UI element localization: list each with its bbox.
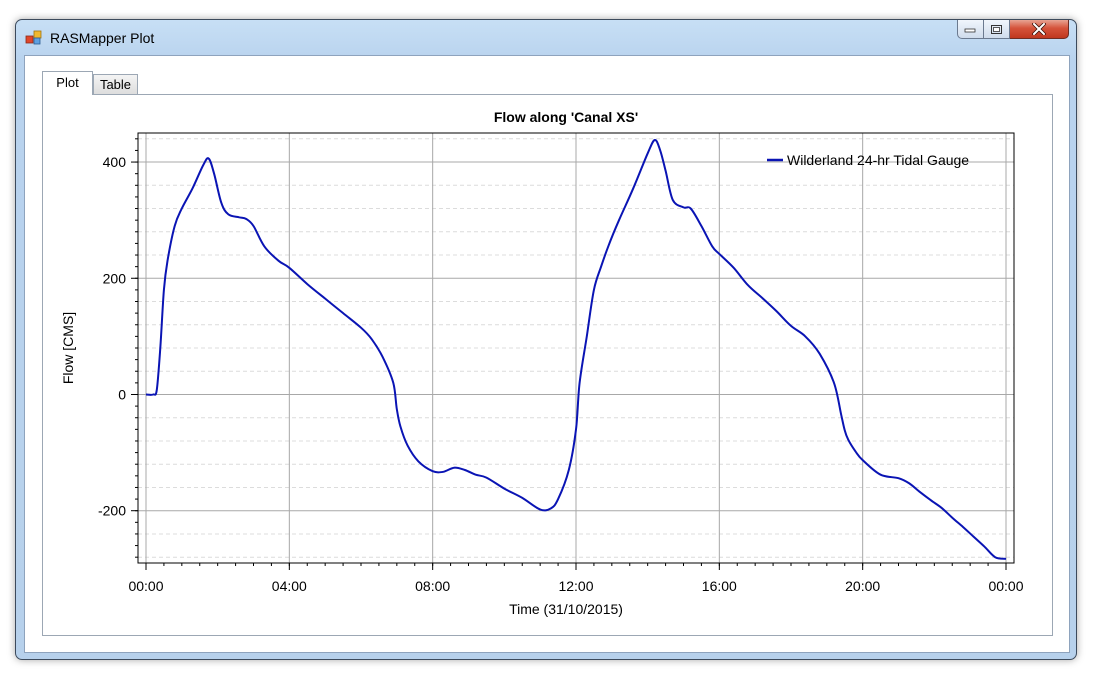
caption-buttons — [957, 20, 1069, 40]
app-icon — [25, 30, 42, 45]
tab-table[interactable]: Table — [93, 74, 138, 95]
x-tick-label: 00:00 — [988, 578, 1023, 594]
window-title: RASMapper Plot — [50, 30, 155, 46]
x-tick-label: 12:00 — [558, 578, 593, 594]
y-tick-label: -200 — [98, 503, 126, 519]
y-axis-label: Flow [CMS] — [60, 312, 76, 384]
x-tick-label: 20:00 — [845, 578, 880, 594]
y-tick-label: 200 — [103, 270, 127, 286]
plot-tab-page: Flow along 'Canal XS' 00:00 04:00 08:00 12:… — [42, 94, 1053, 636]
maximize-button[interactable] — [984, 20, 1010, 39]
chart-title: Flow along 'Canal XS' — [494, 109, 638, 125]
legend-label: Wilderland 24-hr Tidal Gauge — [787, 152, 969, 168]
x-tick-label: 00:00 — [128, 578, 163, 594]
x-tick-label: 08:00 — [415, 578, 450, 594]
maximize-icon — [991, 24, 1002, 34]
legend: Wilderland 24-hr Tidal Gauge — [767, 152, 969, 168]
x-axis-label: Time (31/10/2015) — [509, 601, 623, 617]
minimize-icon — [964, 28, 976, 33]
close-button[interactable] — [1010, 20, 1069, 39]
minimize-button[interactable] — [957, 20, 984, 39]
y-tick-labels: 400 200 0 -200 — [98, 154, 126, 519]
x-tick-label: 04:00 — [272, 578, 307, 594]
x-tick-labels: 00:00 04:00 08:00 12:00 16:00 20:00 00:00 — [128, 578, 1023, 594]
chart-gridlines — [138, 133, 1014, 563]
flow-chart[interactable]: Flow along 'Canal XS' 00:00 04:00 08:00 12:… — [43, 95, 1052, 635]
tab-plot[interactable]: Plot — [42, 71, 93, 95]
title-bar[interactable]: RASMapper Plot — [16, 20, 1076, 54]
x-tick-label: 16:00 — [702, 578, 737, 594]
client-area: Plot Table Flow along 'Canal XS' 00:00 04… — [24, 55, 1070, 653]
axis-ticks — [131, 138, 1007, 570]
close-icon — [1032, 23, 1046, 35]
y-tick-label: 0 — [118, 386, 126, 402]
rasmapper-plot-window: RASMapper Plot Plot Table Flow along 'Ca… — [15, 19, 1077, 660]
y-tick-label: 400 — [103, 154, 127, 170]
